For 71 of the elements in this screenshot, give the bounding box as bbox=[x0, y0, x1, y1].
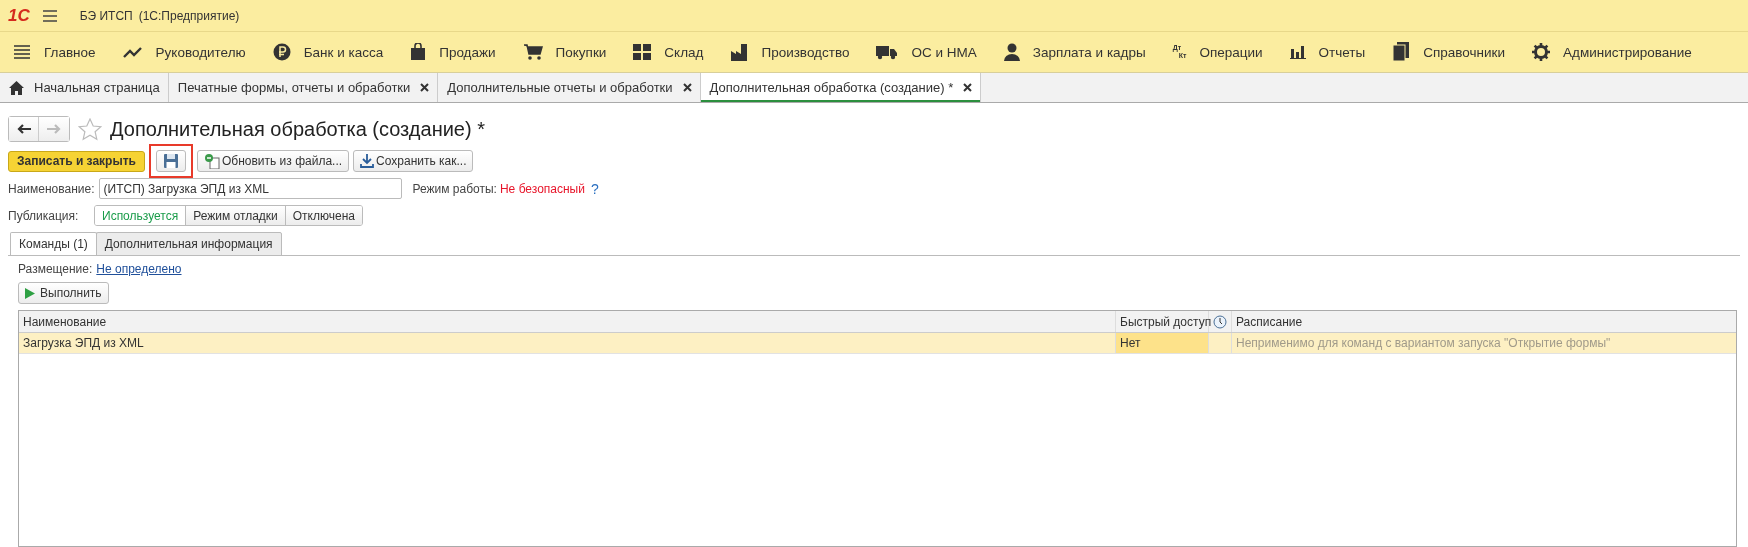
settings-icon[interactable] bbox=[1532, 43, 1551, 61]
table-cell: Загрузка ЭПД из XML bbox=[23, 336, 144, 350]
document-icon bbox=[203, 153, 220, 169]
page-tab[interactable]: Печатные формы, отчеты и обработки bbox=[168, 73, 439, 102]
mode-value: Не безопасный bbox=[499, 181, 585, 196]
factory-icon[interactable] bbox=[730, 43, 749, 61]
section-link[interactable]: Производство bbox=[761, 44, 850, 60]
grid-icon[interactable] bbox=[633, 44, 652, 60]
field-label: Публикация: bbox=[8, 208, 80, 223]
column-header[interactable]: Наименование bbox=[19, 311, 1116, 332]
shopping-bag-icon[interactable] bbox=[410, 43, 427, 61]
table-cell: Нет bbox=[1120, 336, 1141, 350]
menu-icon[interactable] bbox=[41, 8, 58, 23]
home-icon bbox=[9, 80, 24, 95]
form-title: Дополнительная обработка (создание) * bbox=[110, 117, 485, 141]
placement-link[interactable]: Не определено bbox=[96, 262, 182, 276]
publication-option[interactable]: Используется bbox=[95, 206, 187, 225]
close-icon[interactable] bbox=[963, 83, 973, 92]
form-tab[interactable]: Дополнительная информация bbox=[95, 232, 282, 256]
section-link[interactable]: Покупки bbox=[555, 44, 607, 60]
app-subtitle: (1С:Предприятие) bbox=[138, 8, 240, 23]
cart-icon[interactable] bbox=[522, 43, 543, 61]
star-icon[interactable] bbox=[78, 117, 102, 141]
name-field[interactable]: (ИТСП) Загрузка ЭПД из XML bbox=[98, 178, 402, 199]
column-header[interactable]: Быстрый доступ bbox=[1116, 311, 1209, 332]
page-tab[interactable]: Начальная страница bbox=[0, 73, 169, 102]
app-title: БЭ ИТСП bbox=[79, 8, 133, 23]
section-link[interactable]: Склад bbox=[664, 44, 704, 60]
refresh-from-file-button[interactable]: Обновить из файла... bbox=[196, 150, 350, 172]
clock-icon bbox=[1213, 314, 1227, 329]
help-link[interactable]: ? bbox=[590, 180, 599, 197]
back-arrow-icon bbox=[16, 124, 31, 134]
section-link[interactable]: Банк и касса bbox=[303, 44, 384, 60]
section-link[interactable]: Зарплата и кадры bbox=[1032, 44, 1146, 60]
page-tab[interactable]: Дополнительная обработка (создание) * bbox=[700, 73, 982, 102]
ruble-coin-icon[interactable] bbox=[272, 43, 291, 61]
forward-arrow-icon bbox=[47, 124, 61, 134]
section-link[interactable]: Руководителю bbox=[155, 44, 246, 60]
field-label: Размещение: bbox=[18, 262, 93, 276]
books-icon[interactable] bbox=[1392, 42, 1411, 62]
logo: 1С bbox=[8, 5, 30, 26]
run-button[interactable]: Выполнить bbox=[18, 282, 109, 304]
play-icon bbox=[25, 287, 35, 299]
close-icon[interactable] bbox=[420, 83, 430, 92]
section-link[interactable]: Главное bbox=[44, 44, 96, 60]
save-button[interactable] bbox=[155, 150, 186, 172]
section-link[interactable]: Операции bbox=[1199, 44, 1263, 60]
section-link[interactable]: Отчеты bbox=[1318, 44, 1366, 60]
table-row[interactable]: Загрузка ЭПД из XML Нет Неприменимо для команд с вариантом запуска "Открытие формы" bbox=[19, 333, 1736, 354]
bar-chart-icon[interactable] bbox=[1289, 45, 1306, 59]
section-link[interactable]: Продажи bbox=[439, 44, 496, 60]
back-button[interactable] bbox=[9, 117, 39, 141]
table-cell: Неприменимо для команд с вариантом запуска "Открытие формы" bbox=[1236, 336, 1611, 350]
field-label: Режим работы: bbox=[412, 181, 497, 196]
field-label: Наименование: bbox=[8, 181, 95, 196]
trend-icon[interactable] bbox=[122, 45, 143, 59]
download-icon bbox=[360, 154, 375, 168]
save-and-close-button[interactable]: Записать и закрыть bbox=[8, 150, 145, 172]
section-link[interactable]: Справочники bbox=[1423, 44, 1506, 60]
save-as-button[interactable]: Сохранить как... bbox=[353, 150, 474, 172]
publication-option[interactable]: Режим отладки bbox=[186, 206, 286, 225]
section-link[interactable]: Администрирование bbox=[1563, 44, 1692, 60]
publication-option[interactable]: Отключена bbox=[285, 206, 362, 225]
form-tab[interactable]: Команды (1) bbox=[10, 232, 97, 256]
person-icon[interactable] bbox=[1003, 43, 1020, 61]
page-tab[interactable]: Дополнительные отчеты и обработки bbox=[438, 73, 701, 102]
menu-icon[interactable] bbox=[13, 44, 31, 60]
close-icon[interactable] bbox=[682, 83, 692, 92]
column-header[interactable]: Расписание bbox=[1232, 311, 1736, 332]
section-link[interactable]: ОС и НМА bbox=[911, 44, 977, 60]
truck-icon[interactable] bbox=[876, 44, 899, 60]
